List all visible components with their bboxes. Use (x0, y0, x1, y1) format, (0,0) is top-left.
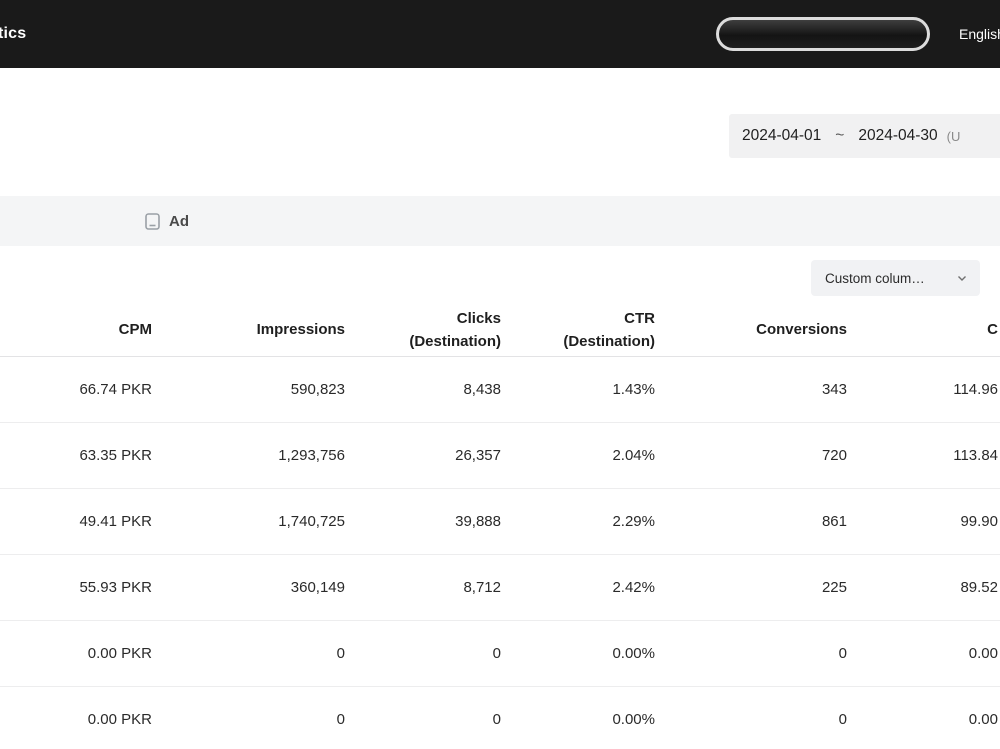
cell-impressions: 1,293,756 (278, 447, 345, 464)
column-header-ctr-destination: CTR (Destination) (563, 309, 655, 350)
cell-clicks: 8,712 (463, 579, 501, 596)
table-header-row: CPM Impressions Clicks (Destination) CTR… (0, 304, 1000, 357)
cell-ctr: 1.43% (612, 381, 655, 398)
cell-cost-per-conversion: 113.84 (953, 447, 998, 464)
table-row: 55.93 PKR 360,149 8,712 2.42% 225 89.52 (0, 555, 1000, 621)
app-title: tics (0, 25, 27, 42)
search-input[interactable] (716, 17, 930, 51)
column-header-clicks-destination: Clicks (Destination) (409, 309, 501, 350)
date-end: 2024-04-30 (858, 127, 938, 144)
cell-ctr: 2.42% (612, 579, 655, 596)
column-header-conversions: Conversions (756, 321, 847, 339)
column-header-cpm: CPM (118, 321, 152, 339)
chevron-down-icon (956, 272, 968, 284)
column-header-impressions: Impressions (256, 321, 345, 339)
cell-cpm: 63.35 PKR (79, 447, 152, 464)
cell-cost-per-conversion: 114.96 (953, 381, 998, 398)
cell-impressions: 0 (336, 645, 345, 662)
cell-conversions: 0 (838, 711, 847, 728)
cell-impressions: 1,740,725 (278, 513, 345, 530)
cell-clicks: 39,888 (455, 513, 501, 530)
cell-impressions: 0 (336, 711, 345, 728)
date-start: 2024-04-01 (742, 127, 822, 144)
cell-clicks: 0 (492, 711, 501, 728)
table-row: 0.00 PKR 0 0 0.00% 0 0.00 (0, 621, 1000, 687)
date-separator: ~ (835, 127, 845, 144)
language-selector[interactable]: English (959, 26, 1000, 42)
cell-conversions: 720 (821, 447, 847, 464)
cell-conversions: 861 (821, 513, 847, 530)
cell-impressions: 590,823 (290, 381, 345, 398)
cell-impressions: 360,149 (290, 579, 345, 596)
timezone-label: (U (946, 128, 961, 144)
custom-columns-button[interactable]: Custom colum… (811, 260, 980, 296)
topbar: tics English (0, 0, 1000, 68)
metrics-table: CPM Impressions Clicks (Destination) CTR… (0, 304, 1000, 749)
cell-cpm: 49.41 PKR (79, 513, 152, 530)
cell-ctr: 2.29% (612, 513, 655, 530)
cell-clicks: 0 (492, 645, 501, 662)
tab-ad-label: Ad (169, 212, 189, 230)
date-range-picker[interactable]: 2024-04-01 ~ 2024-04-30 (U (729, 114, 1000, 158)
custom-columns-label: Custom colum… (825, 270, 925, 286)
cell-cost-per-conversion: 89.52 (960, 579, 998, 596)
ad-icon (145, 212, 160, 230)
table-row: 63.35 PKR 1,293,756 26,357 2.04% 720 113… (0, 423, 1000, 489)
table-row: 0.00 PKR 0 0 0.00% 0 0.00 (0, 687, 1000, 749)
cell-ctr: 0.00% (612, 711, 655, 728)
level-tabs: Ad (0, 196, 1000, 246)
cell-conversions: 0 (838, 645, 847, 662)
tab-ad[interactable]: Ad (145, 196, 189, 246)
cell-ctr: 2.04% (612, 447, 655, 464)
cell-cpm: 55.93 PKR (79, 579, 152, 596)
cell-conversions: 225 (821, 579, 847, 596)
cell-cpm: 0.00 PKR (87, 711, 152, 728)
column-header-cost-per-conversion: C (987, 321, 998, 339)
cell-ctr: 0.00% (612, 645, 655, 662)
cell-cost-per-conversion: 0.00 (968, 711, 998, 728)
cell-clicks: 26,357 (455, 447, 501, 464)
table-row: 66.74 PKR 590,823 8,438 1.43% 343 114.96 (0, 357, 1000, 423)
table-row: 49.41 PKR 1,740,725 39,888 2.29% 861 99.… (0, 489, 1000, 555)
cell-clicks: 8,438 (463, 381, 501, 398)
cell-cost-per-conversion: 0.00 (968, 645, 998, 662)
cell-cpm: 0.00 PKR (87, 645, 152, 662)
cell-conversions: 343 (821, 381, 847, 398)
cell-cpm: 66.74 PKR (79, 381, 152, 398)
cell-cost-per-conversion: 99.90 (960, 513, 998, 530)
